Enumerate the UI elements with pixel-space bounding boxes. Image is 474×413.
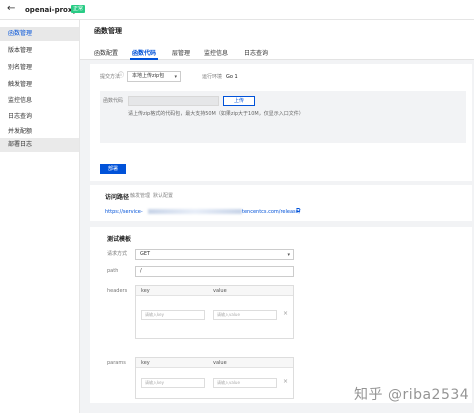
runtime-value: Go 1 xyxy=(226,74,238,80)
code-card: 提交方法 ⓘ 本地上传zip包 ▾ 运行环境 Go 1 函数代码 上传 请上传z… xyxy=(90,64,472,181)
header-value-input[interactable]: 请输入value xyxy=(213,310,277,320)
submit-method-label: 提交方法 xyxy=(100,74,121,80)
path-input[interactable]: / xyxy=(135,266,294,277)
status-badge: 正常 xyxy=(71,5,86,13)
tab-function-config[interactable]: 函数配置 xyxy=(94,51,118,57)
function-name: openai-proxy xyxy=(25,6,77,14)
access-path-title: 访问路径 xyxy=(105,194,130,201)
sidebar-item-trigger-management[interactable]: 触发管理 xyxy=(0,78,79,92)
arrow-left-icon[interactable]: ← xyxy=(7,4,15,14)
active-tab-indicator xyxy=(130,58,158,60)
sidebar: 函数管理 版本管理 别名管理 触发管理 监控信息 日志查询 并发配额 部署日志 xyxy=(0,20,80,413)
watermark: 知乎 @riba2534 xyxy=(354,387,470,403)
tab-log-query[interactable]: 日志查询 xyxy=(244,51,268,57)
header-key-input[interactable]: 请输入key xyxy=(141,310,205,320)
test-template-title: 测试模板 xyxy=(107,236,132,243)
chevron-down-icon: ▾ xyxy=(287,252,290,258)
sidebar-item-version-management[interactable]: 版本管理 xyxy=(0,44,79,58)
sidebar-item-function-management[interactable]: 函数管理 xyxy=(0,27,79,41)
tab-monitoring[interactable]: 监控信息 xyxy=(204,51,228,57)
runtime-label: 运行环境 xyxy=(202,74,223,80)
delete-row-icon[interactable]: × xyxy=(283,378,288,385)
submit-method-select[interactable]: 本地上传zip包 ▾ xyxy=(127,71,181,82)
access-url-start[interactable]: https://service- xyxy=(105,209,143,215)
top-bar: ← openai-proxy 正常 xyxy=(0,0,474,20)
request-method-value: GET xyxy=(140,251,151,257)
access-url-end[interactable]: tencentcs.com/release/ xyxy=(242,209,300,215)
submit-method-value: 本地上传zip包 xyxy=(132,73,165,79)
value-column-header: value xyxy=(213,288,227,294)
page-header: 函数管理 函数配置 函数代码 层管理 监控信息 日志查询 xyxy=(80,20,474,60)
sidebar-item-alias-management[interactable]: 别名管理 xyxy=(0,61,79,75)
upload-button[interactable]: 上传 xyxy=(223,96,255,106)
link-trigger-management[interactable]: 触发管理 xyxy=(130,193,150,199)
upload-area: 函数代码 上传 请上传zip格式的代码包，最大支持50M（如果zip大于10M，… xyxy=(100,91,466,143)
main-content: 函数管理 函数配置 函数代码 层管理 监控信息 日志查询 提交方法 ⓘ 本地上传… xyxy=(80,20,474,413)
page-title: 函数管理 xyxy=(94,27,122,35)
params-table: key value 请输入key 请输入value × xyxy=(135,357,294,399)
path-label: path xyxy=(107,268,119,274)
sidebar-item-deploy-log[interactable]: 部署日志 xyxy=(0,138,79,152)
test-template-card: 测试模板 请求方式 GET ▾ path / headers key value… xyxy=(90,227,472,403)
external-link-icon[interactable]: ⧉ xyxy=(296,208,300,214)
access-path-card: 访问路径 触发管理 默认配置 https://service- tencentc… xyxy=(90,185,472,221)
tab-layer-management[interactable]: 层管理 xyxy=(172,51,190,57)
headers-table: key value 请输入key 请输入value × xyxy=(135,285,294,339)
request-method-label: 请求方式 xyxy=(107,251,128,257)
file-path-display xyxy=(128,96,219,106)
redacted-url-segment xyxy=(148,209,242,214)
sidebar-item-concurrency-quota[interactable]: 并发配额 xyxy=(0,125,79,139)
params-label: params xyxy=(107,360,126,366)
upload-hint: 请上传zip格式的代码包，最大支持50M（如果zip大于10M，仅显示入口文件） xyxy=(128,111,304,117)
path-value: / xyxy=(140,268,142,274)
value-column-header: value xyxy=(213,360,227,366)
tab-function-code[interactable]: 函数代码 xyxy=(132,51,156,57)
param-value-input[interactable]: 请输入value xyxy=(213,378,277,388)
help-icon[interactable]: ⓘ xyxy=(118,73,124,79)
params-table-header: key value xyxy=(136,358,293,368)
key-column-header: key xyxy=(141,288,150,294)
sidebar-item-monitoring[interactable]: 监控信息 xyxy=(0,94,79,108)
function-code-label: 函数代码 xyxy=(103,98,124,104)
delete-row-icon[interactable]: × xyxy=(283,310,288,317)
link-default-config[interactable]: 默认配置 xyxy=(153,193,173,199)
key-column-header: key xyxy=(141,360,150,366)
deploy-button[interactable]: 部署 xyxy=(100,164,126,174)
param-key-input[interactable]: 请输入key xyxy=(141,378,205,388)
headers-label: headers xyxy=(107,288,128,294)
request-method-select[interactable]: GET ▾ xyxy=(135,249,294,260)
sidebar-item-log-query[interactable]: 日志查询 xyxy=(0,110,79,124)
headers-table-header: key value xyxy=(136,286,293,296)
chevron-down-icon: ▾ xyxy=(174,74,177,80)
